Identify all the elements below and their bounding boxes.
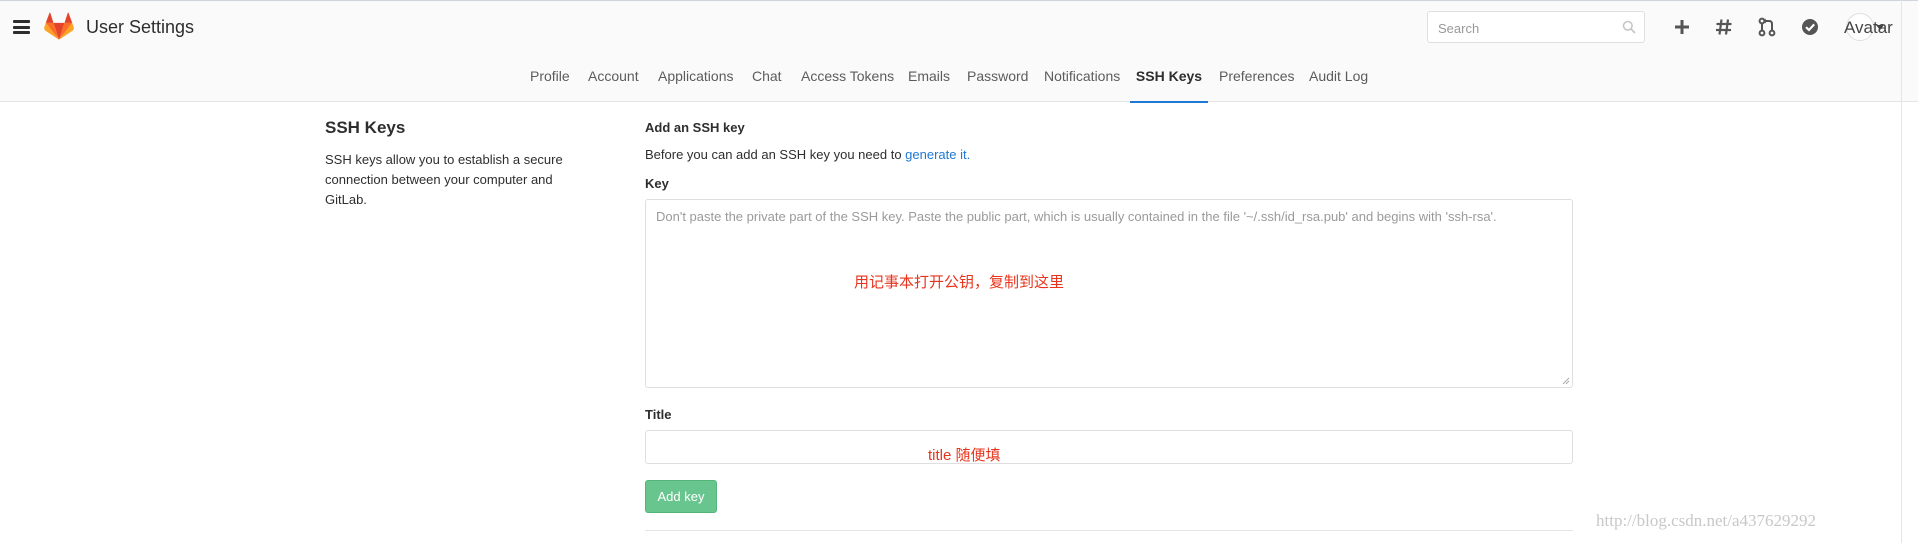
tab-notifications[interactable]: Notifications [1044, 59, 1120, 102]
form-intro: Before you can add an SSH key you need t… [645, 147, 1575, 162]
title-annotation: title 随便填 [928, 447, 1001, 464]
tab-account[interactable]: Account [588, 59, 639, 102]
tab-password[interactable]: Password [967, 59, 1028, 102]
page-title: User Settings [86, 17, 195, 37]
intro-text: Before you can add an SSH key you need t… [645, 147, 906, 162]
settings-tabs: Profile Account Applications Chat Access… [0, 59, 1918, 103]
ssh-key-form: Add an SSH key Before you can add an SSH… [645, 118, 1575, 531]
title-label: Title [645, 407, 672, 422]
form-heading: Add an SSH key [645, 120, 745, 135]
title-field[interactable] [645, 430, 1573, 464]
tab-audit-log[interactable]: Audit Log [1309, 59, 1368, 102]
tab-applications[interactable]: Applications [658, 59, 734, 102]
todo-check-icon[interactable] [1799, 16, 1821, 38]
merge-request-icon[interactable] [1756, 16, 1778, 38]
tab-preferences[interactable]: Preferences [1219, 59, 1294, 102]
tab-ssh-keys[interactable]: SSH Keys [1130, 59, 1208, 103]
gitlab-logo[interactable] [44, 12, 74, 40]
scrollbar[interactable] [1901, 0, 1902, 543]
title-input[interactable] [646, 431, 1572, 463]
section-intro: SSH Keys SSH keys allow you to establish… [325, 118, 595, 210]
section-title: SSH Keys [325, 118, 406, 137]
chevron-down-icon [1876, 25, 1884, 30]
watermark: http://blog.csdn.net/a437629292 [1596, 511, 1817, 530]
avatar-label: Avatar [1844, 18, 1893, 37]
user-avatar-dropdown[interactable]: Avatar [1843, 11, 1903, 43]
generate-it-link[interactable]: generate it. [905, 147, 970, 162]
search-input[interactable] [1436, 13, 1620, 43]
search-icon [1622, 20, 1636, 34]
plus-icon[interactable] [1671, 16, 1693, 38]
top-navbar: User Settings Avatar Profile Account [0, 0, 1918, 103]
add-key-button[interactable]: Add key [645, 480, 717, 513]
key-textarea[interactable] [646, 200, 1572, 387]
search-box[interactable] [1427, 11, 1645, 43]
key-annotation: 用记事本打开公钥，复制到这里 [854, 274, 1065, 291]
menu-icon[interactable] [13, 20, 30, 34]
resize-handle-icon[interactable] [1562, 377, 1570, 385]
key-label: Key [645, 176, 669, 191]
key-field[interactable] [645, 199, 1573, 388]
tab-chat[interactable]: Chat [752, 59, 782, 102]
section-description: SSH keys allow you to establish a secure… [325, 152, 563, 207]
divider [645, 530, 1573, 531]
tab-profile[interactable]: Profile [530, 59, 570, 102]
hash-icon[interactable] [1713, 16, 1735, 38]
tab-access-tokens[interactable]: Access Tokens [801, 59, 894, 102]
tab-emails[interactable]: Emails [908, 59, 950, 102]
